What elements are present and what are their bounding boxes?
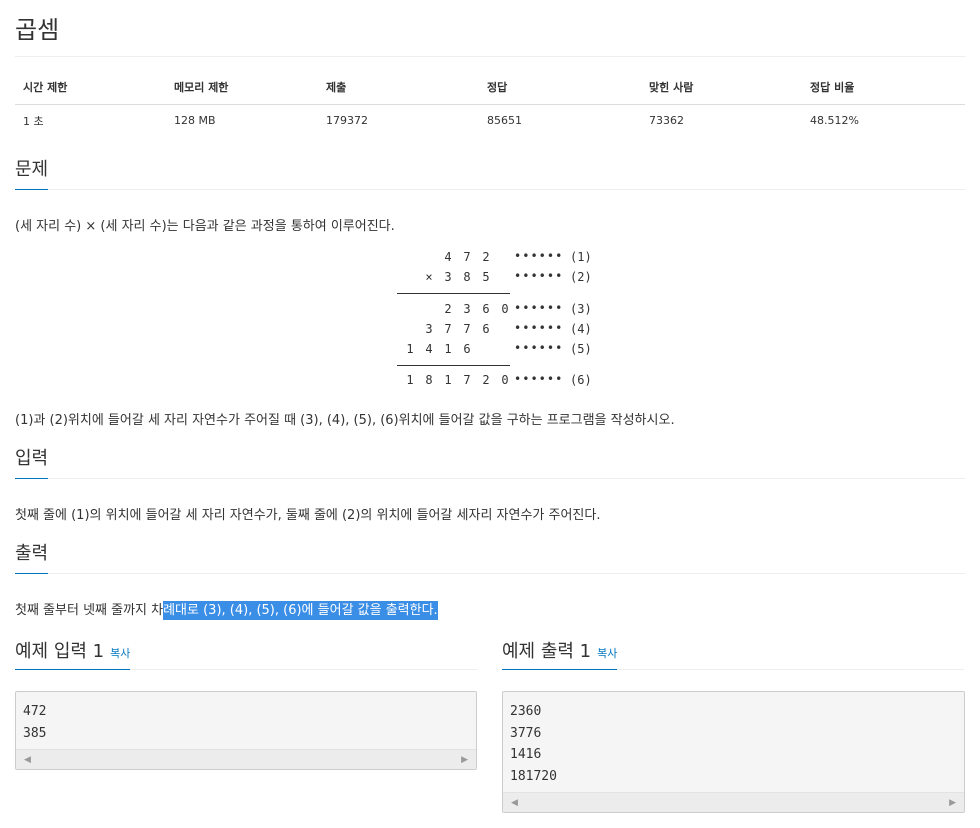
multiplication-row: 1 8 1 7 2 0 •••••• (6) [390,372,592,393]
sample-input-title: 예제 입력 1 복사 [15,636,131,670]
position-tag: (4) [570,322,592,336]
sample-input-label: 예제 입력 1 [15,641,105,662]
sample-output-title: 예제 출력 1 복사 [502,636,618,670]
input-section-title: 입력 [15,446,49,479]
multiplication-digit: 1 [406,373,414,387]
stats-header-memory-limit: 메모리 제한 [166,72,318,105]
stats-header-row: 시간 제한 메모리 제한 제출 정답 맞힌 사람 정답 비율 [15,72,965,105]
output-section-title: 출력 [15,541,49,574]
multiplication-row: 3 7 7 6 •••••• (4) [390,321,592,342]
multiplication-digit: 1 [444,373,452,387]
multiplication-digit: 7 [463,250,471,264]
sample-output-content: 2360 3776 1416 181720 [510,704,557,784]
dot-leader: •••••• [514,341,564,355]
output-section-header: 출력 [15,541,965,574]
position-tag: (2) [570,270,592,284]
multiplication-digit: 8 [463,270,471,284]
stats-solved-users: 73362 [649,114,684,127]
problem-stats-table: 시간 제한 메모리 제한 제출 정답 맞힌 사람 정답 비율 1 초 128 M… [15,72,965,137]
stats-header-time-limit: 시간 제한 [15,72,166,105]
multiplication-row: 4 7 2 •••••• (1) [390,249,592,270]
multiplication-digit: 2 [482,250,490,264]
output-text-plain: 첫째 줄부터 넷째 줄까지 차 [15,603,164,618]
multiplication-diagram: 4 7 2 •••••• (1) × 3 8 5 •••••• (2) 2 3 6 0 •••••• (3) 3 7… [390,248,592,393]
multiplication-row: × 3 8 5 •••••• (2) [390,269,592,290]
multiplication-digit: 7 [444,322,452,336]
multiplication-rule [397,293,510,294]
multiplication-rule [397,365,510,366]
input-description-text: 첫째 줄에 (1)의 위치에 들어갈 세 자리 자연수가, 둘째 줄에 (2)의… [15,508,601,523]
multiplication-digit: 6 [463,342,471,356]
dot-leader: •••••• [514,249,564,263]
sample-output-header: 예제 출력 1 복사 [502,636,964,670]
stats-header-accept-ratio: 정답 비율 [802,72,965,105]
scroll-left-icon[interactable]: ◀ [24,755,31,765]
position-tag: (5) [570,342,592,356]
position-tag: (3) [570,302,592,316]
multiplication-digit: 4 [444,250,452,264]
multiplication-digit: 2 [444,302,452,316]
problem-question-text: (1)과 (2)위치에 들어갈 세 자리 자연수가 주어질 때 (3), (4)… [15,413,675,428]
scroll-left-icon[interactable]: ◀ [511,798,518,808]
multiplication-digit: 3 [425,322,433,336]
scroll-right-icon[interactable]: ▶ [461,755,468,765]
sample-input-box[interactable]: 472 385 ◀ ▶ [15,691,477,770]
multiplication-digit: 5 [482,270,490,284]
input-section-header: 입력 [15,446,965,479]
sample-output-box[interactable]: 2360 3776 1416 181720 ◀ ▶ [502,691,965,813]
position-tag: (6) [570,373,592,387]
stats-accepted: 85651 [487,114,522,127]
problem-intro-text: (세 자리 수) × (세 자리 수)는 다음과 같은 과정을 통하여 이루어진… [15,219,395,234]
stats-header-accepted: 정답 [479,72,641,105]
multiplication-digit: 0 [501,302,509,316]
output-description-text: 첫째 줄부터 넷째 줄까지 차례대로 (3), (4), (5), (6)에 들… [15,599,438,620]
multiplication-digit: × [425,270,433,284]
sample-output-label: 예제 출력 1 [502,641,592,662]
multiplication-digit: 1 [444,342,452,356]
multiplication-digit: 7 [463,373,471,387]
problem-section-title: 문제 [15,157,49,190]
sample-output-scrollbar[interactable]: ◀ ▶ [503,792,964,812]
stats-header-solved-users: 맞힌 사람 [641,72,802,105]
multiplication-digit: 6 [482,302,490,316]
sample-input-scrollbar[interactable]: ◀ ▶ [16,749,476,769]
stats-time-limit: 1 초 [23,114,44,128]
multiplication-digit: 8 [425,373,433,387]
multiplication-digit: 0 [501,373,509,387]
stats-submissions: 179372 [326,114,368,127]
multiplication-digit: 1 [406,342,414,356]
multiplication-digit: 4 [425,342,433,356]
multiplication-digit: 7 [463,322,471,336]
title-divider [15,56,965,57]
page-title: 곱셈 [15,16,60,44]
copy-sample-input-button[interactable]: 복사 [110,647,130,660]
position-tag: (1) [570,250,592,264]
copy-sample-output-button[interactable]: 복사 [597,647,617,660]
multiplication-row: 1 4 1 6 •••••• (5) [390,341,592,362]
sample-input-header: 예제 입력 1 복사 [15,636,477,670]
stats-value-row: 1 초 128 MB 179372 85651 73362 48.512% [15,104,965,137]
multiplication-digit: 2 [482,373,490,387]
dot-leader: •••••• [514,301,564,315]
dot-leader: •••••• [514,321,564,335]
problem-section-header: 문제 [15,157,965,190]
multiplication-digit: 3 [444,270,452,284]
dot-leader: •••••• [514,372,564,386]
output-text-selection[interactable]: 례대로 (3), (4), (5), (6)에 들어갈 값을 출력한다. [163,601,438,620]
dot-leader: •••••• [514,269,564,283]
sample-input-content: 472 385 [23,704,47,741]
stats-accept-ratio: 48.512% [810,114,859,127]
scroll-right-icon[interactable]: ▶ [949,798,956,808]
multiplication-row: 2 3 6 0 •••••• (3) [390,301,592,322]
multiplication-digit: 3 [463,302,471,316]
stats-header-submissions: 제출 [318,72,479,105]
multiplication-digit: 6 [482,322,490,336]
stats-memory-limit: 128 MB [174,114,216,127]
